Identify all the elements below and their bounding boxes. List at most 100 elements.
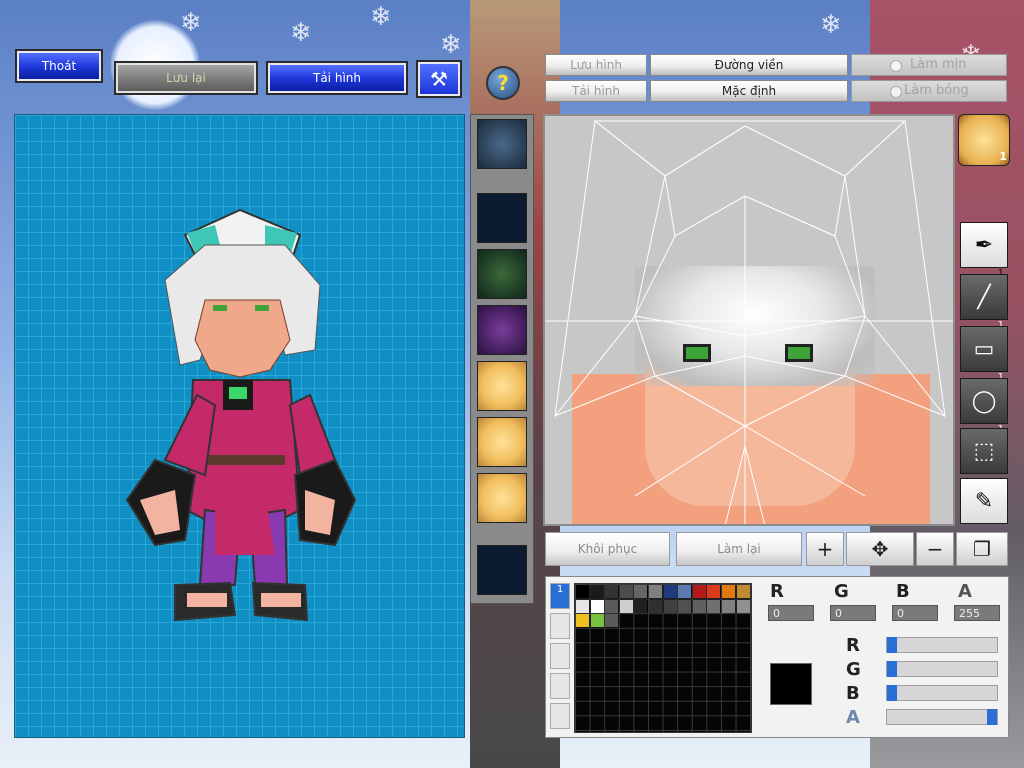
slider-r-label: R: [846, 635, 860, 656]
palette-swatch[interactable]: [634, 599, 648, 613]
swatch-grid[interactable]: [574, 583, 752, 733]
radio-indicator: [890, 60, 902, 72]
selection-icon: ⬚: [973, 439, 995, 464]
palette-swatch[interactable]: [576, 614, 589, 628]
palette-swatch[interactable]: [619, 599, 633, 613]
help-button[interactable]: ?: [486, 66, 520, 100]
tab-save-image[interactable]: Lưu hình: [545, 54, 647, 76]
palette-swatch[interactable]: [590, 614, 604, 628]
slider-thumb[interactable]: [987, 709, 997, 725]
palette-swatch[interactable]: [692, 599, 706, 613]
slider-g-label: G: [846, 659, 861, 680]
line-tool[interactable]: ╱ 1: [960, 274, 1008, 331]
texture-editor-canvas[interactable]: [543, 114, 955, 526]
thumbnail-empty[interactable]: [477, 545, 527, 595]
slider-thumb[interactable]: [887, 637, 897, 653]
eyedropper-icon: ✎: [974, 489, 994, 514]
blue-slider[interactable]: [886, 685, 998, 701]
avatar-thumbnail[interactable]: 1: [958, 114, 1010, 166]
hammer-icon[interactable]: ⚒: [416, 60, 462, 98]
layers-icon[interactable]: ❐: [956, 532, 1008, 566]
palette-swatch[interactable]: [649, 585, 662, 598]
palette-tab-1[interactable]: 1: [550, 583, 570, 609]
slider-thumb[interactable]: [887, 661, 897, 677]
pen-tool[interactable]: ✒ 1: [960, 222, 1008, 279]
red-slider[interactable]: [886, 637, 998, 653]
snowflake-icon: ❄: [440, 30, 462, 60]
selection-tool[interactable]: ⬚: [960, 428, 1008, 474]
character-preview-panel: [14, 114, 465, 738]
palette-swatch[interactable]: [634, 585, 648, 598]
alpha-slider[interactable]: [886, 709, 998, 725]
palette-tab-5[interactable]: [550, 703, 570, 729]
pen-icon: ✒: [974, 233, 994, 258]
move-icon[interactable]: ✥: [846, 532, 914, 566]
thumbnail-body[interactable]: [477, 305, 527, 355]
redo-button[interactable]: Làm lại: [676, 532, 802, 566]
snowflake-icon: ❄: [180, 8, 202, 38]
zoom-in-icon[interactable]: +: [806, 532, 844, 566]
character-model: [125, 208, 357, 622]
thumbnail-face-plain[interactable]: [477, 417, 527, 467]
palette-swatch[interactable]: [678, 599, 692, 613]
radio-indicator: [890, 86, 902, 98]
palette-swatch[interactable]: [707, 599, 721, 613]
palette-swatch[interactable]: [590, 585, 604, 598]
palette-swatch[interactable]: [678, 585, 692, 598]
snowflake-icon: ❄: [370, 2, 392, 32]
rectangle-tool[interactable]: ▭ 1: [960, 326, 1008, 383]
shade-mode-button[interactable]: Làm bóng: [851, 80, 1007, 102]
save-button[interactable]: Lưu lại: [114, 61, 258, 95]
zoom-out-icon[interactable]: −: [916, 532, 954, 566]
palette-swatch[interactable]: [663, 599, 677, 613]
eyedropper-tool[interactable]: ✎: [960, 478, 1008, 524]
palette-swatch[interactable]: [722, 585, 735, 598]
uv-wireframe: [545, 120, 953, 524]
snowflake-icon: ❄: [290, 18, 312, 48]
palette-swatch[interactable]: [619, 585, 633, 598]
restore-button[interactable]: Khôi phục: [545, 532, 670, 566]
palette-swatch[interactable]: [605, 599, 619, 613]
thumbnail-face-side[interactable]: [477, 473, 527, 523]
exit-button[interactable]: Thoát: [15, 49, 103, 83]
palette-swatch[interactable]: [605, 614, 619, 628]
tab-load-image[interactable]: Tải hình: [545, 80, 647, 102]
red-value-field[interactable]: 0: [768, 605, 814, 621]
palette-swatch[interactable]: [736, 599, 750, 613]
channel-r-label: R: [770, 581, 784, 602]
palette-swatch[interactable]: [605, 585, 619, 598]
palette-swatch[interactable]: [649, 599, 662, 613]
palette-tab-3[interactable]: [550, 643, 570, 669]
slider-thumb[interactable]: [887, 685, 897, 701]
palette-swatch[interactable]: [736, 585, 750, 598]
thumbnail-spike[interactable]: [477, 249, 527, 299]
smooth-mode-button[interactable]: Làm mịn: [851, 54, 1007, 76]
palette-swatch[interactable]: [576, 599, 589, 613]
alpha-value-field[interactable]: 255: [954, 605, 1000, 621]
palette-swatch[interactable]: [663, 585, 677, 598]
thumbnail-empty[interactable]: [477, 193, 527, 243]
palette-swatch[interactable]: [590, 599, 604, 613]
tab-outline[interactable]: Đường viền: [650, 54, 848, 76]
green-value-field[interactable]: 0: [830, 605, 876, 621]
palette-swatch[interactable]: [722, 599, 735, 613]
snowflake-icon: ❄: [820, 10, 842, 40]
tab-default[interactable]: Mặc định: [650, 80, 848, 102]
channel-b-label: B: [896, 581, 910, 602]
palette-swatch[interactable]: [576, 585, 589, 598]
ellipse-tool[interactable]: ◯ 1: [960, 378, 1008, 435]
thumbnail-face-front[interactable]: [477, 361, 527, 411]
palette-swatch[interactable]: [692, 585, 706, 598]
channel-a-label: A: [958, 581, 972, 602]
palette-tab-2[interactable]: [550, 613, 570, 639]
green-slider[interactable]: [886, 661, 998, 677]
color-palette-panel: 1 R G B A 0 0 0 255 R G B A: [545, 576, 1009, 738]
palette-tab-4[interactable]: [550, 673, 570, 699]
avatar-count: 1: [999, 150, 1007, 163]
blue-value-field[interactable]: 0: [892, 605, 938, 621]
tool-column: 1 ✒ 1 ╱ 1 ▭ 1 ◯ 1 ⬚ ✎: [958, 114, 1012, 534]
reload-image-button[interactable]: Tải hình: [266, 61, 408, 95]
palette-swatch[interactable]: [707, 585, 721, 598]
smooth-label: Làm mịn: [910, 57, 967, 72]
thumbnail-head[interactable]: [477, 119, 527, 169]
